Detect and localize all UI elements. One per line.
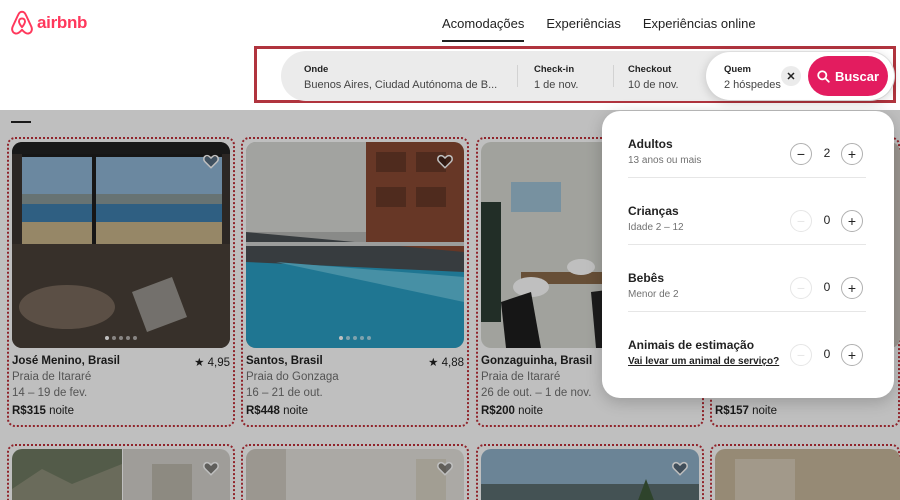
where-value: Buenos Aires, Ciudad Autónoma de B...	[304, 79, 498, 91]
checkin-value: 1 de nov.	[534, 79, 579, 91]
service-animal-link[interactable]: Vai levar um animal de serviço?	[628, 356, 779, 367]
tab-experiencias-online[interactable]: Experiências online	[643, 16, 756, 37]
checkout-field[interactable]: Checkout 10 de nov.	[628, 51, 708, 101]
pets-stepper: − 0 +	[790, 344, 866, 366]
guest-type-sub: Idade 2 – 12	[628, 222, 684, 233]
tab-acomodacoes[interactable]: Acomodações	[442, 16, 525, 42]
clear-guests-button[interactable]: ✕	[781, 66, 801, 86]
checkin-label: Check-in	[534, 64, 575, 75]
stepper-value: 2	[823, 146, 831, 160]
airbnb-wordmark: airbnb	[37, 13, 88, 32]
guest-row-children: Crianças Idade 2 – 12 − 0 +	[628, 178, 866, 245]
guest-type-sub: Menor de 2	[628, 289, 679, 300]
decrease-button[interactable]: −	[790, 143, 812, 165]
guest-row-adults: Adultos 13 anos ou mais − 2 +	[628, 111, 866, 178]
tab-experiencias[interactable]: Experiências	[546, 16, 620, 37]
guests-panel: Adultos 13 anos ou mais − 2 + Crianças I…	[602, 111, 894, 398]
who-label: Quem	[724, 64, 751, 75]
search-button[interactable]: Buscar	[808, 56, 888, 96]
divider	[517, 65, 518, 87]
checkout-label: Checkout	[628, 64, 672, 75]
search-icon	[817, 69, 830, 83]
increase-button[interactable]: +	[841, 344, 863, 366]
guest-type-label: Animais de estimação	[628, 338, 755, 352]
increase-button[interactable]: +	[841, 143, 863, 165]
search-button-label: Buscar	[834, 68, 880, 84]
guest-type-label: Crianças	[628, 204, 679, 218]
adults-stepper: − 2 +	[790, 143, 866, 165]
decrease-button[interactable]: −	[790, 277, 812, 299]
search-bar: Onde Buenos Aires, Ciudad Autónoma de B.…	[281, 51, 895, 101]
airbnb-logo-icon	[11, 10, 33, 35]
checkin-field[interactable]: Check-in 1 de nov.	[534, 51, 614, 101]
increase-button[interactable]: +	[841, 277, 863, 299]
stepper-value: 0	[823, 213, 831, 227]
infants-stepper: − 0 +	[790, 277, 866, 299]
guest-type-label: Adultos	[628, 137, 673, 151]
children-stepper: − 0 +	[790, 210, 866, 232]
airbnb-logo[interactable]: airbnb	[10, 10, 87, 36]
guest-type-sub: 13 anos ou mais	[628, 155, 702, 166]
guest-row-infants: Bebês Menor de 2 − 0 +	[628, 245, 866, 312]
stepper-value: 0	[823, 280, 831, 294]
checkout-value: 10 de nov.	[628, 79, 679, 91]
where-label: Onde	[304, 64, 329, 75]
who-field[interactable]: Quem 2 hóspedes ✕ Buscar	[706, 52, 894, 100]
decrease-button[interactable]: −	[790, 210, 812, 232]
where-field[interactable]: Onde Buenos Aires, Ciudad Autónoma de B.…	[304, 51, 504, 101]
increase-button[interactable]: +	[841, 210, 863, 232]
guest-row-pets: Animais de estimação Vai levar um animal…	[628, 312, 866, 379]
header: airbnb Acomodações Experiências Experiên…	[0, 0, 900, 110]
divider	[613, 65, 614, 87]
who-value: 2 hóspedes	[724, 79, 781, 91]
nav-tabs: Acomodações Experiências Experiências on…	[442, 16, 756, 42]
guest-type-label: Bebês	[628, 271, 665, 285]
decrease-button[interactable]: −	[790, 344, 812, 366]
stepper-value: 0	[823, 347, 831, 361]
close-icon: ✕	[786, 70, 796, 83]
